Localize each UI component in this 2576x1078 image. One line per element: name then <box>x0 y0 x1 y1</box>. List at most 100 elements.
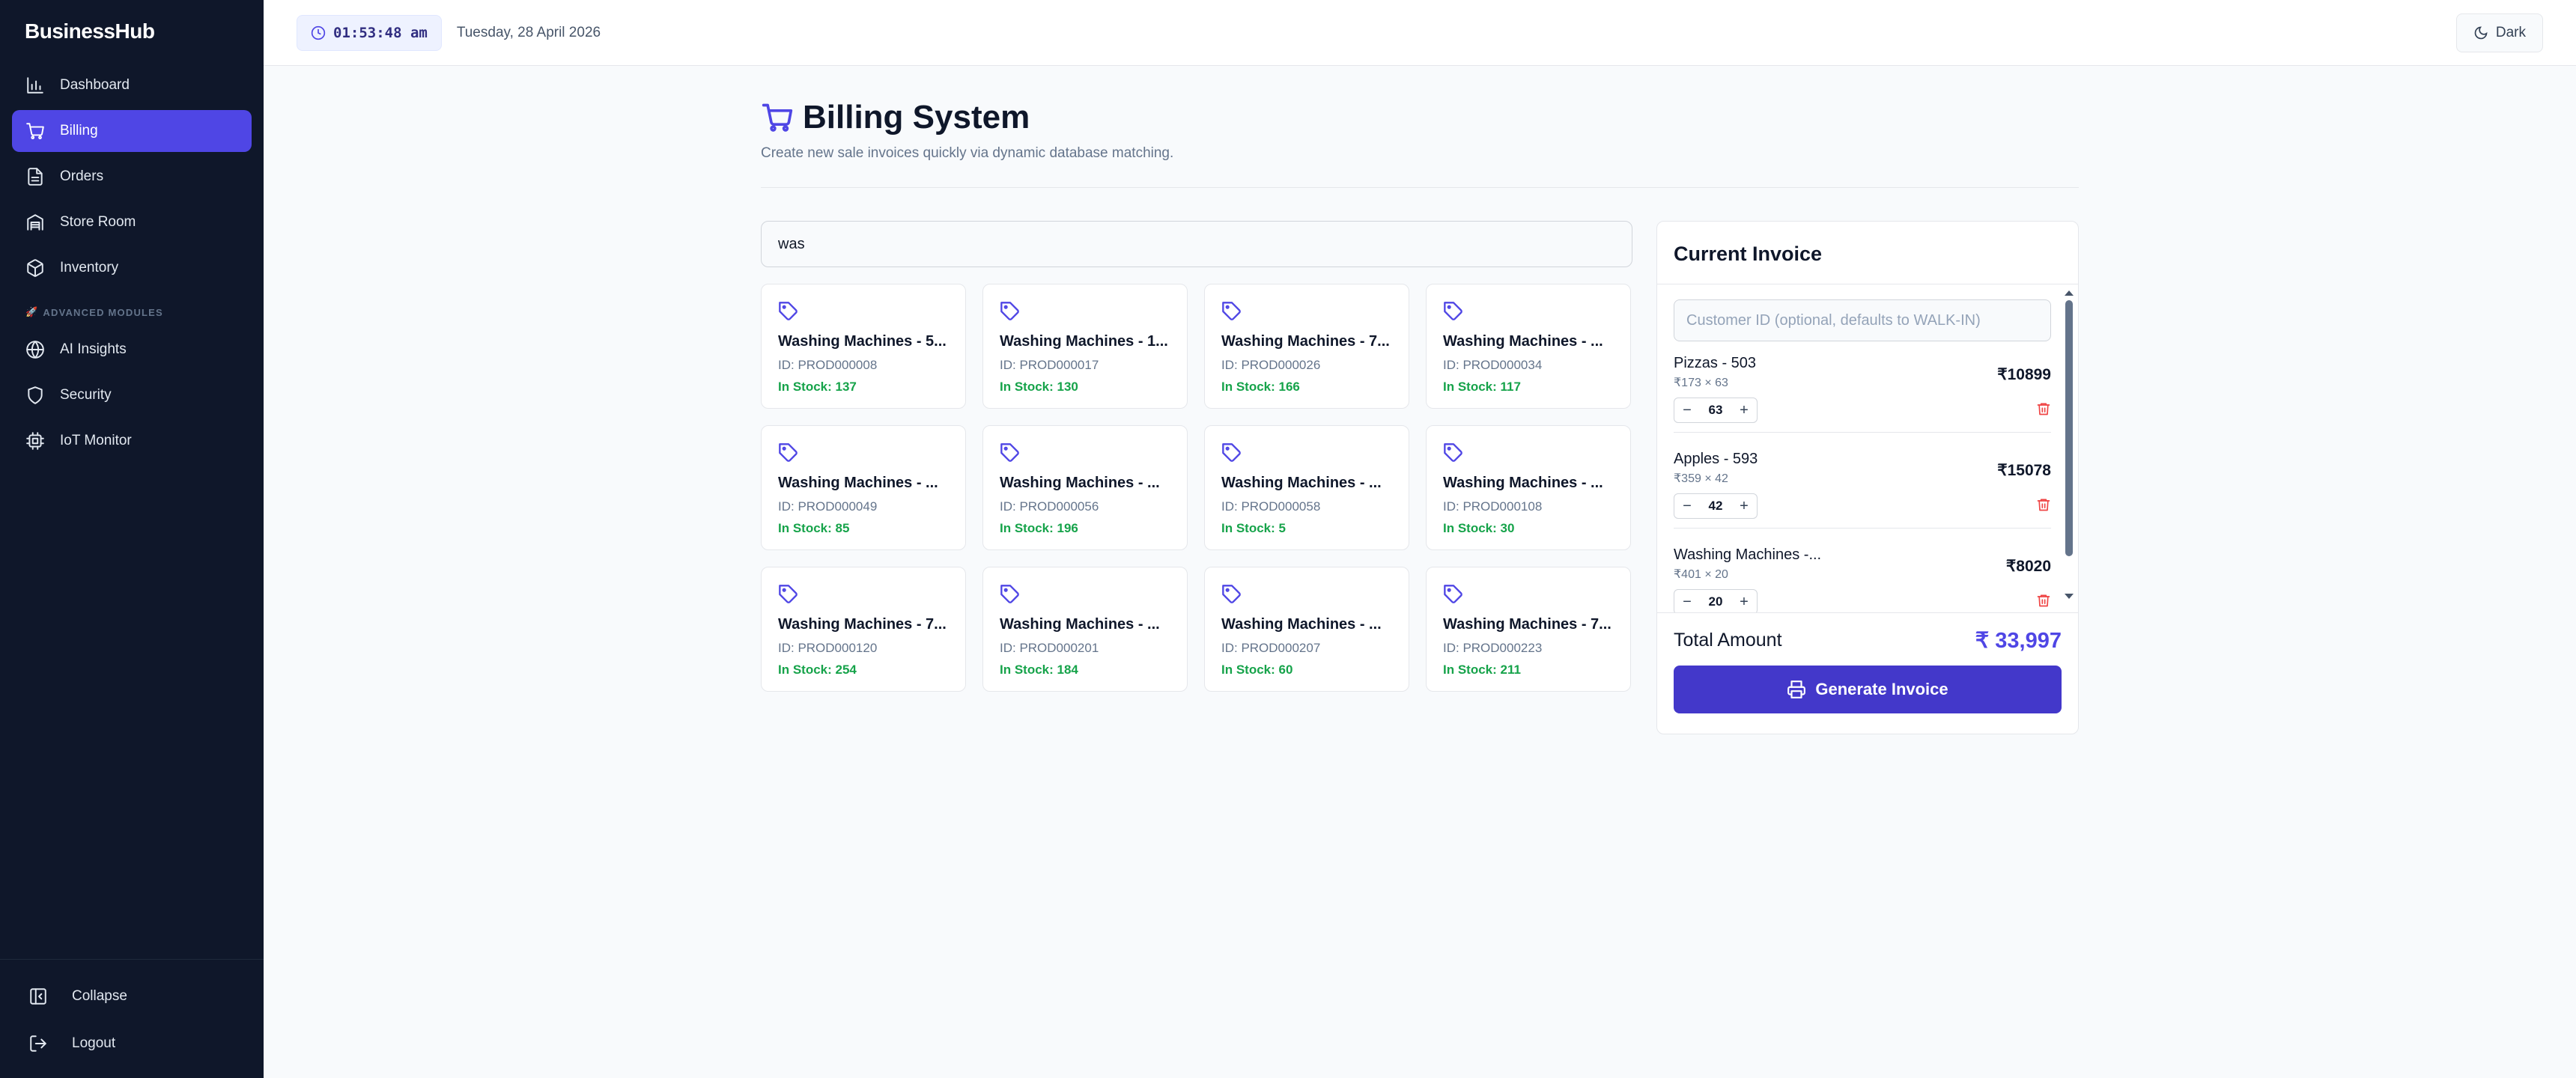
product-id: ID: PROD000058 <box>1221 499 1321 514</box>
sidebar-item-iot-monitor[interactable]: IoT Monitor <box>12 420 252 462</box>
product-stock: In Stock: 211 <box>1443 663 1521 677</box>
product-stock: In Stock: 60 <box>1221 663 1293 677</box>
sidebar: BusinessHub Dashboard Billing Orders Sto… <box>0 0 264 1078</box>
customer-id-input[interactable] <box>1674 299 2051 341</box>
total-value: ₹ 33,997 <box>1975 628 2062 653</box>
product-id: ID: PROD000034 <box>1443 358 1543 372</box>
invoice-title: Current Invoice <box>1657 222 2078 284</box>
product-search-input[interactable] <box>761 221 1632 267</box>
product-name: Washing Machines - 7... <box>1443 616 1611 633</box>
tag-icon <box>1444 585 1462 603</box>
product-name: Washing Machines - ... <box>1221 616 1382 633</box>
product-card[interactable]: Washing Machines - 7... ID: PROD000223 I… <box>1426 567 1631 692</box>
product-card[interactable]: Washing Machines - ... ID: PROD000049 In… <box>761 425 966 550</box>
product-grid: Washing Machines - 5... ID: PROD000008 I… <box>761 284 1632 692</box>
line-item-total: ₹15078 <box>1997 462 2051 479</box>
invoice-items-area[interactable]: Pizzas - 503 ₹173 × 63 ₹10899 − 63 + <box>1657 286 2078 612</box>
sidebar-item-security[interactable]: Security <box>12 374 252 416</box>
decrease-qty-button[interactable]: − <box>1674 590 1700 612</box>
shopping-cart-icon <box>762 103 793 132</box>
sidebar-item-label: Orders <box>60 168 104 184</box>
product-name: Washing Machines - ... <box>1000 616 1160 633</box>
trash-icon <box>2037 499 2050 511</box>
product-stock: In Stock: 5 <box>1221 521 1286 535</box>
product-card[interactable]: Washing Machines - 5... ID: PROD000008 I… <box>761 284 966 409</box>
quantity-stepper: − 42 + <box>1674 493 1758 519</box>
sidebar-item-ai-insights[interactable]: AI Insights <box>12 329 252 371</box>
product-card[interactable]: Washing Machines - ... ID: PROD000207 In… <box>1204 567 1409 692</box>
sidebar-item-dashboard[interactable]: Dashboard <box>12 64 252 106</box>
logout-icon <box>30 1035 46 1052</box>
clock-badge: 01:53:48 am <box>297 14 442 51</box>
line-item-total: ₹8020 <box>2005 558 2051 575</box>
invoice-footer: Total Amount ₹ 33,997 Generate Invoice <box>1657 612 2078 734</box>
logout-button[interactable]: Logout <box>12 1022 252 1065</box>
product-id: ID: PROD000120 <box>778 641 878 655</box>
product-stock: In Stock: 184 <box>1000 663 1078 677</box>
remove-item-button[interactable] <box>2036 593 2051 612</box>
sidebar-footer: Collapse Logout <box>0 959 264 1078</box>
remove-item-button[interactable] <box>2036 401 2051 420</box>
line-item-name: Washing Machines -... <box>1674 546 1822 563</box>
product-name: Washing Machines - ... <box>778 475 938 491</box>
trash-icon <box>2037 594 2050 606</box>
line-item-name: Apples - 593 <box>1674 451 1758 467</box>
quantity-stepper: − 63 + <box>1674 398 1758 423</box>
scroll-down-arrow[interactable] <box>2065 594 2074 599</box>
clock-icon <box>311 25 326 40</box>
sidebar-item-inventory[interactable]: Inventory <box>12 247 252 289</box>
tag-icon <box>1222 443 1241 462</box>
cpu-icon <box>26 432 44 450</box>
product-card[interactable]: Washing Machines - ... ID: PROD000058 In… <box>1204 425 1409 550</box>
page-header: Billing System Create new sale invoices … <box>761 66 2079 188</box>
tag-icon <box>1444 302 1462 320</box>
increase-qty-button[interactable]: + <box>1731 398 1757 422</box>
product-id: ID: PROD000207 <box>1221 641 1321 655</box>
sidebar-item-billing[interactable]: Billing <box>12 110 252 152</box>
main-content: Billing System Create new sale invoices … <box>761 66 2079 734</box>
quantity-value[interactable]: 63 <box>1700 398 1731 422</box>
dark-mode-toggle[interactable]: Dark <box>2455 13 2543 52</box>
product-stock: In Stock: 137 <box>778 380 857 394</box>
sidebar-item-label: Dashboard <box>60 77 130 93</box>
tag-icon <box>779 443 798 462</box>
product-name: Washing Machines - ... <box>1221 475 1382 491</box>
invoice-scrollbar[interactable] <box>2065 290 2074 605</box>
file-text-icon <box>28 168 43 186</box>
product-stock: In Stock: 196 <box>1000 521 1078 535</box>
product-stock: In Stock: 117 <box>1443 380 1521 394</box>
remove-item-button[interactable] <box>2036 497 2051 516</box>
product-card[interactable]: Washing Machines - 7... ID: PROD000120 I… <box>761 567 966 692</box>
product-catalog: Washing Machines - 5... ID: PROD000008 I… <box>761 221 1632 734</box>
product-card[interactable]: Washing Machines - ... ID: PROD000201 In… <box>982 567 1188 692</box>
total-label: Total Amount <box>1674 629 1782 651</box>
bar-chart-icon <box>27 77 43 94</box>
sidebar-item-orders[interactable]: Orders <box>12 156 252 198</box>
product-card[interactable]: Washing Machines - 1... ID: PROD000017 I… <box>982 284 1188 409</box>
quantity-value[interactable]: 42 <box>1700 494 1731 518</box>
product-card[interactable]: Washing Machines - 7... ID: PROD000026 I… <box>1204 284 1409 409</box>
current-date: Tuesday, 28 April 2026 <box>456 24 601 40</box>
printer-icon <box>1787 680 1806 698</box>
sidebar-item-store-room[interactable]: Store Room <box>12 201 252 243</box>
clock-time: 01:53:48 am <box>333 24 428 41</box>
decrease-qty-button[interactable]: − <box>1674 494 1700 518</box>
scroll-thumb[interactable] <box>2065 300 2073 556</box>
quantity-stepper: − 20 + <box>1674 589 1758 612</box>
decrease-qty-button[interactable]: − <box>1674 398 1700 422</box>
product-card[interactable]: Washing Machines - ... ID: PROD000108 In… <box>1426 425 1631 550</box>
page-title: Billing System <box>761 99 2079 136</box>
increase-qty-button[interactable]: + <box>1731 494 1757 518</box>
quantity-value[interactable]: 20 <box>1700 590 1731 612</box>
shield-icon <box>28 386 43 404</box>
product-card[interactable]: Washing Machines - ... ID: PROD000034 In… <box>1426 284 1631 409</box>
product-card[interactable]: Washing Machines - ... ID: PROD000056 In… <box>982 425 1188 550</box>
product-stock: In Stock: 30 <box>1443 521 1515 535</box>
tag-icon <box>1444 443 1462 462</box>
product-id: ID: PROD000223 <box>1443 641 1543 655</box>
collapse-button[interactable]: Collapse <box>12 975 252 1018</box>
generate-invoice-button[interactable]: Generate Invoice <box>1674 666 2062 713</box>
scroll-up-arrow[interactable] <box>2065 290 2074 296</box>
increase-qty-button[interactable]: + <box>1731 590 1757 612</box>
invoice-panel: Current Invoice Pizzas - 503 ₹173 × 63 ₹… <box>1656 221 2079 734</box>
